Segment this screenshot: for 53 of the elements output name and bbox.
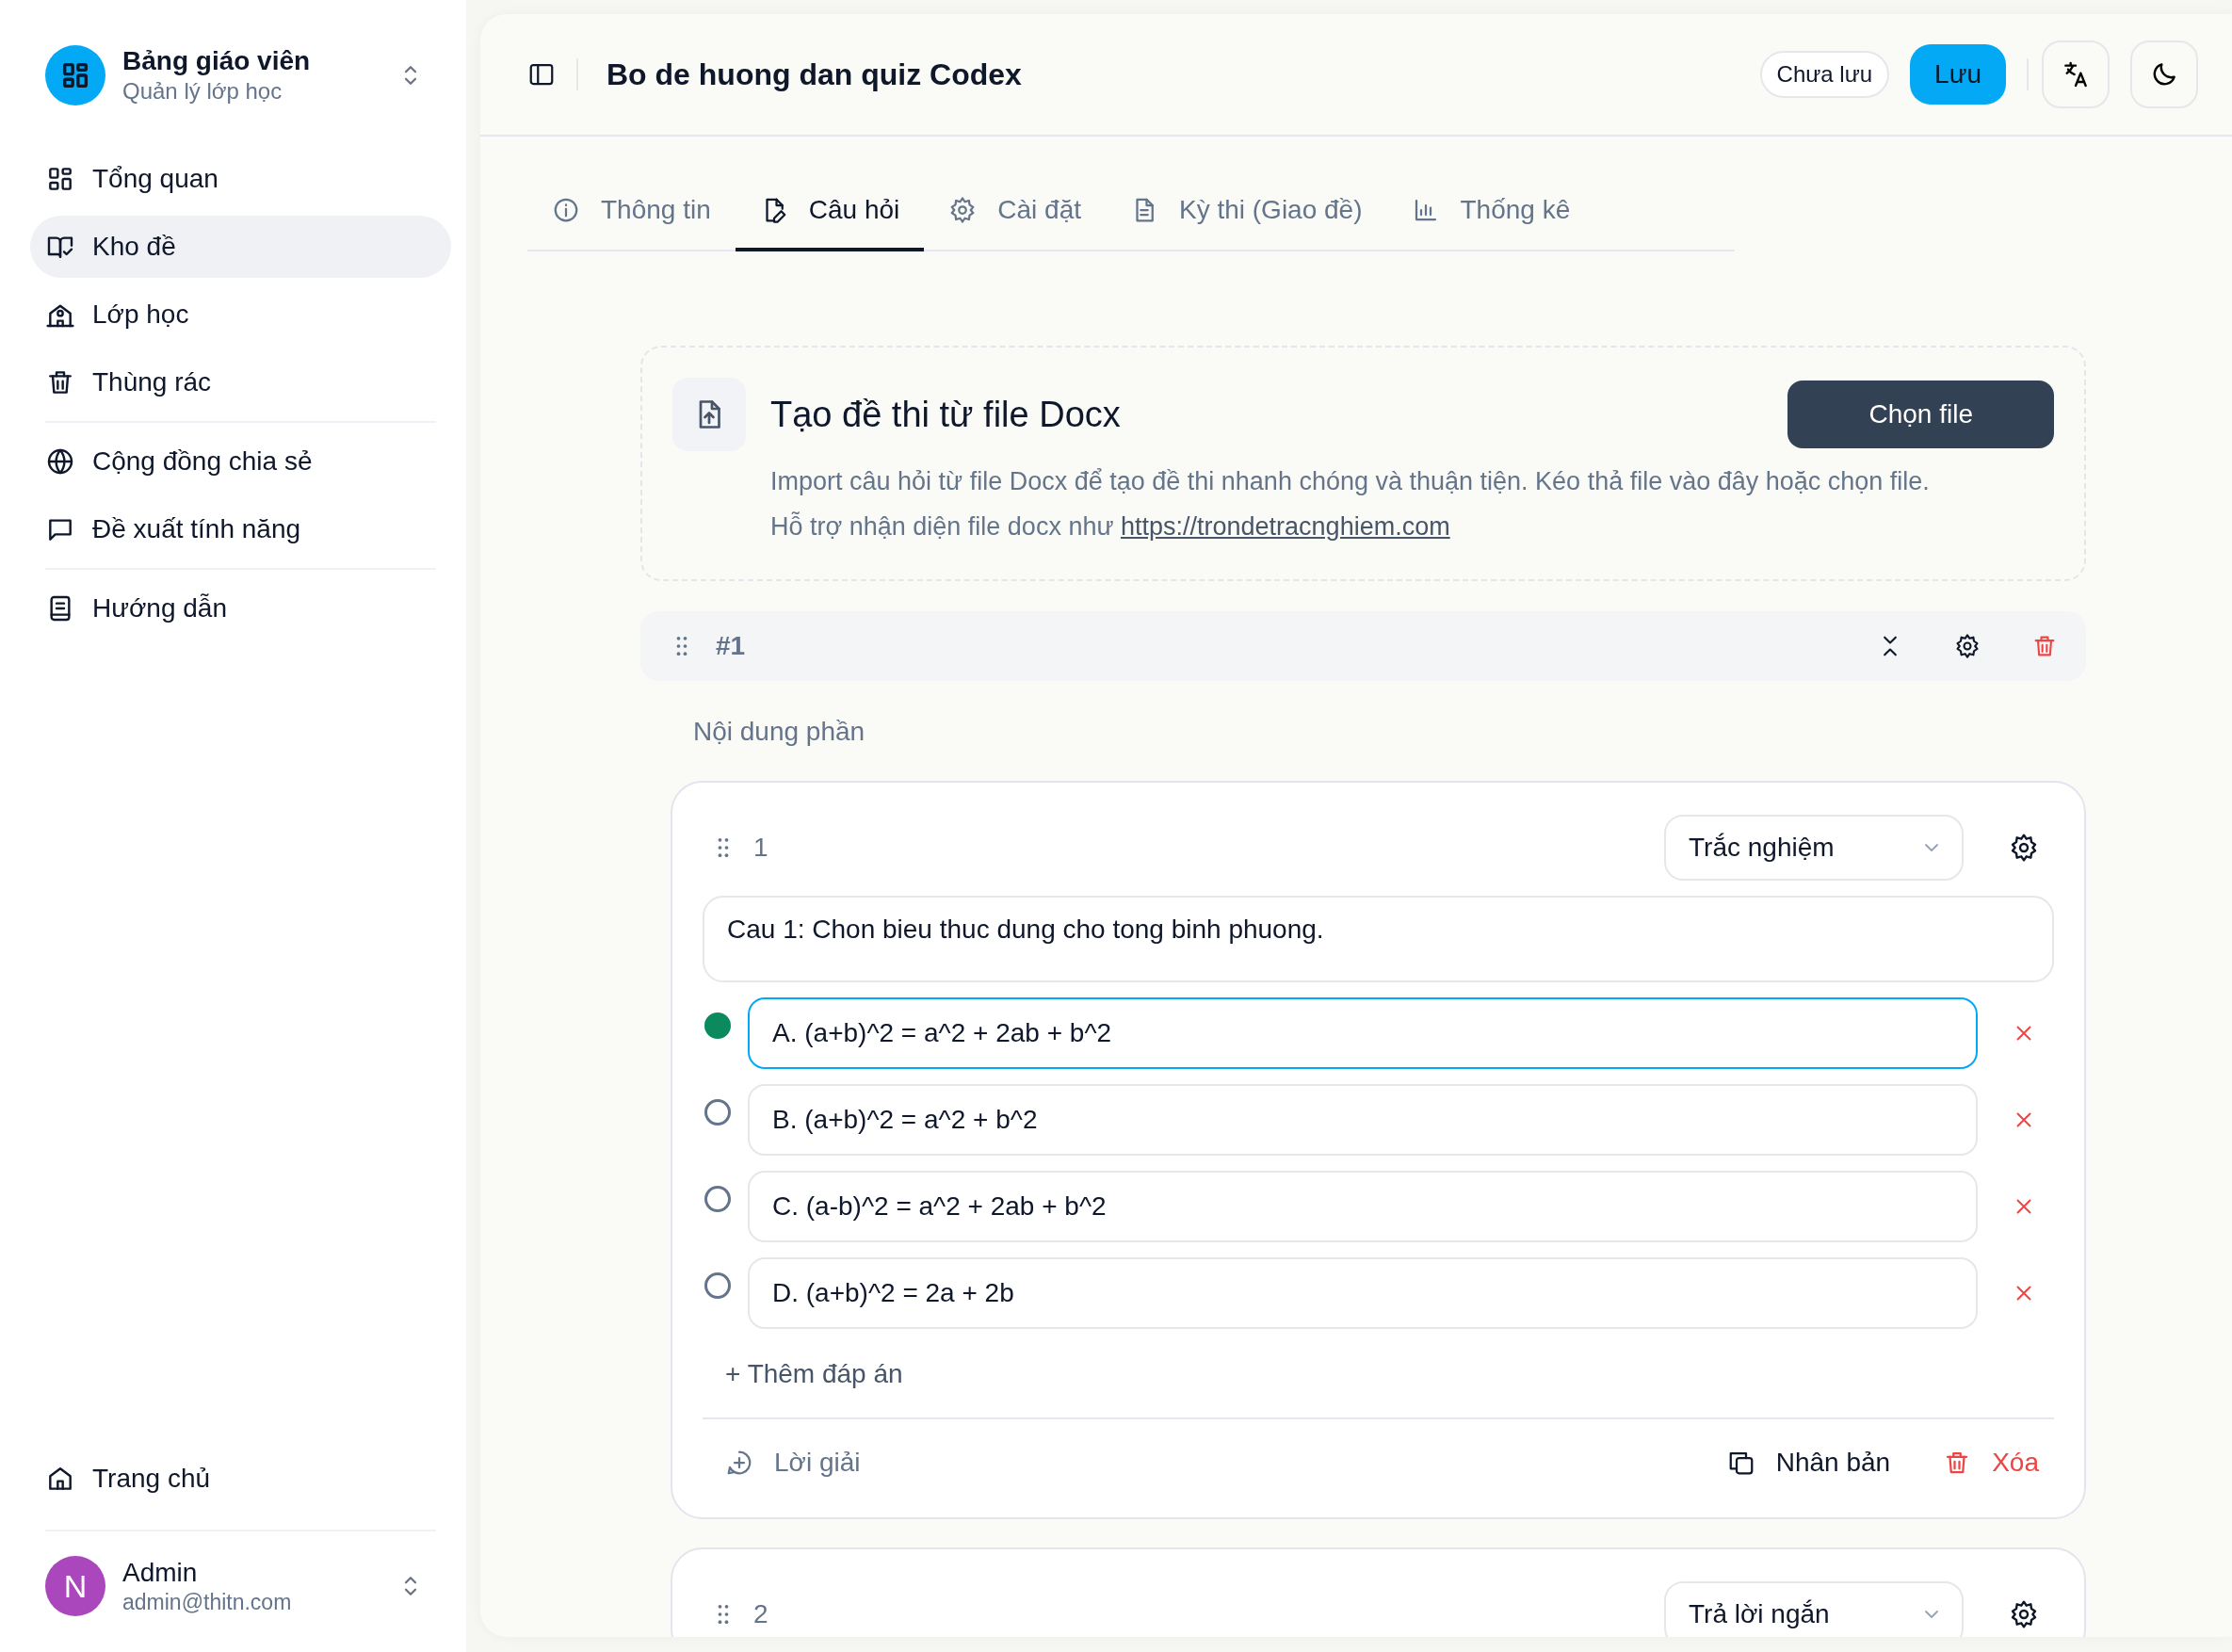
question-number: 1 <box>753 833 768 863</box>
delete-button[interactable]: Xóa <box>1943 1448 2039 1478</box>
nav-item[interactable]: Kho đề <box>30 216 451 278</box>
nav-item[interactable]: Lớp học <box>30 283 451 346</box>
settings-icon[interactable] <box>2009 1599 2039 1629</box>
section-number: #1 <box>716 631 746 661</box>
import-title: Tạo đề thi từ file Docx <box>770 394 1121 435</box>
user-name: Admin <box>122 1557 199 1588</box>
tab[interactable]: Thống kê <box>1386 172 1595 251</box>
avatar: N <box>45 1556 105 1616</box>
answer-field[interactable]: B. (a+b)^2 = a^2 + b^2 <box>748 1084 1978 1156</box>
tab[interactable]: Cài đặt <box>924 172 1106 251</box>
radio-button[interactable] <box>704 1099 731 1126</box>
tab[interactable]: Thông tin <box>527 172 736 251</box>
question-text-field[interactable]: Cau 1: Chon bieu thuc dung cho tong binh phuong. <box>703 896 2054 982</box>
radio-button[interactable] <box>704 1186 731 1212</box>
question-type-dropdown[interactable]: Trắc nghiệm <box>1664 815 1964 881</box>
section-description-field[interactable]: Nội dung phần <box>693 711 1258 753</box>
import-description: Import câu hỏi từ file Docx để tạo đề thi nhanh chóng và thuận tiện. Kéo thả file vào đây hoặc chọn file. <box>770 466 1931 497</box>
nav-item[interactable]: Cộng đồng chia sẻ <box>30 430 451 493</box>
theme-button[interactable] <box>2130 40 2198 108</box>
tab[interactable]: Câu hỏi <box>735 172 925 251</box>
radio-button[interactable] <box>704 1012 731 1039</box>
question-number: 2 <box>753 1599 768 1629</box>
radio-button[interactable] <box>704 1272 731 1299</box>
nav-item[interactable]: Tổng quan <box>30 148 451 210</box>
tab[interactable]: Kỳ thi (Giao đề) <box>1106 172 1387 251</box>
nav-item[interactable]: Đề xuất tính năng <box>30 498 451 560</box>
info-icon <box>552 196 580 224</box>
settings-icon[interactable] <box>1954 633 1981 659</box>
answer-field[interactable]: C. (a-b)^2 = a^2 + 2ab + b^2 <box>748 1171 1978 1242</box>
solution-button[interactable]: Lời giải <box>725 1448 861 1478</box>
globe-icon <box>45 446 75 477</box>
save-status-badge: Chưa lưu <box>1759 51 1890 98</box>
settings-icon[interactable] <box>2009 833 2039 863</box>
website-link[interactable]: https://trondetracnghiem.com <box>1121 512 1450 541</box>
support-text: Hỗ trợ nhận diện file docx như https://trondetracnghiem.com <box>770 510 1451 543</box>
brand-title: Bảng giáo viên <box>122 46 312 76</box>
page-title: Bo de huong dan quiz Codex <box>607 57 1022 92</box>
add-comment-icon <box>725 1449 753 1477</box>
translate-button[interactable] <box>2042 40 2110 108</box>
add-answer-link[interactable]: + Thêm đáp án <box>725 1359 2054 1389</box>
question-type-dropdown[interactable]: Trả lời ngắn <box>1664 1581 1964 1637</box>
brand-subtitle: Quản lý lớp học <box>122 78 283 105</box>
user-email: admin@thitn.com <box>122 1589 293 1615</box>
duplicate-button[interactable]: Nhân bản <box>1726 1448 1891 1478</box>
nav-item[interactable]: Hướng dẫn <box>30 577 451 640</box>
save-button[interactable]: Lưu <box>1910 44 2006 105</box>
choose-file-button[interactable]: Chọn file <box>1787 381 2054 448</box>
answer-field[interactable]: D. (a+b)^2 = 2a + 2b <box>748 1257 1978 1329</box>
nav-item[interactable]: Trang chủ <box>30 1448 451 1510</box>
nav-item[interactable]: Thùng rác <box>30 351 451 413</box>
answer-field[interactable]: A. (a+b)^2 = a^2 + 2ab + b^2 <box>748 997 1978 1069</box>
